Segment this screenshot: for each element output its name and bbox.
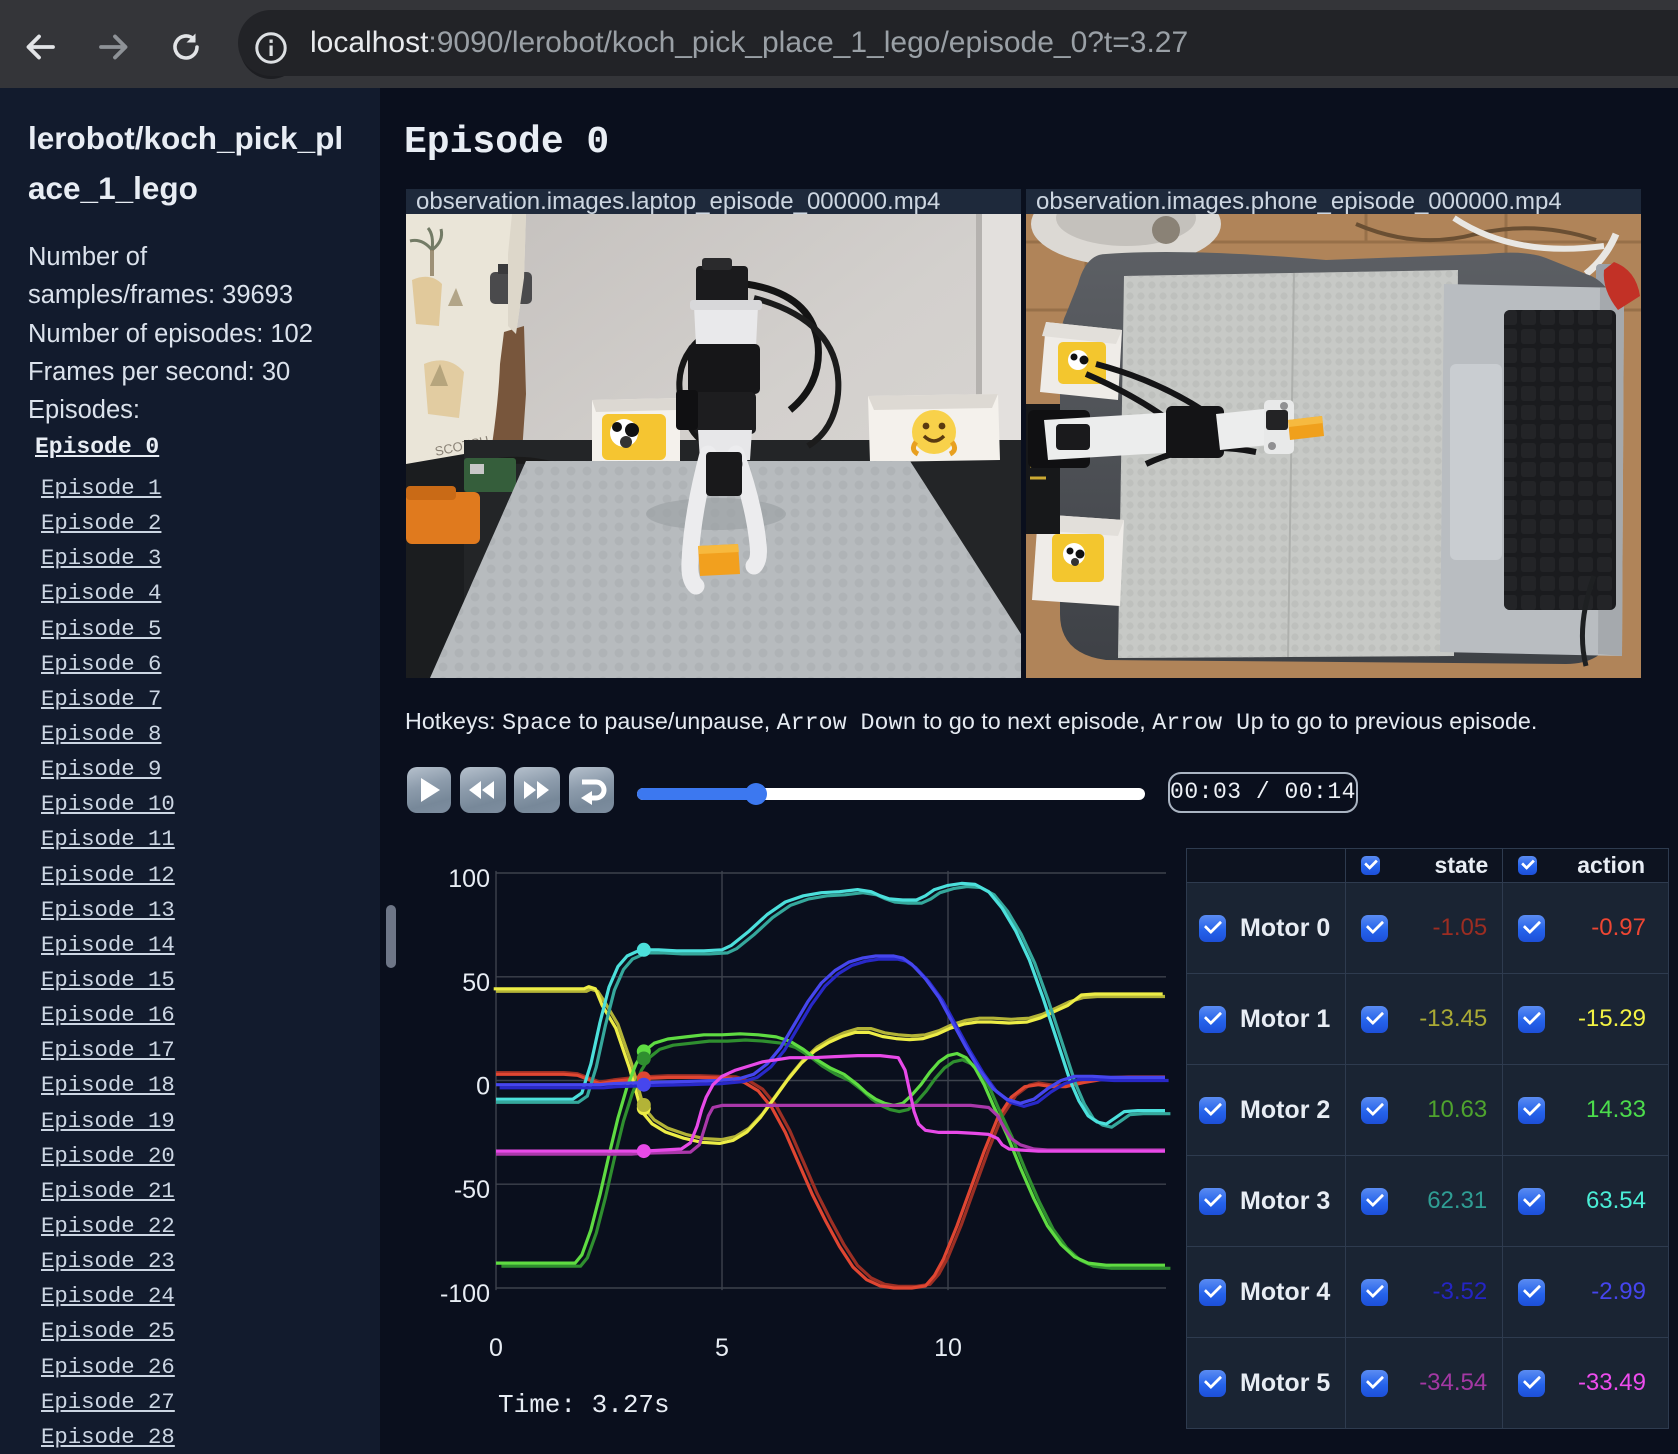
svg-text:-50: -50	[454, 1176, 490, 1204]
svg-text:Time: 3.27s: Time: 3.27s	[498, 1390, 670, 1420]
svg-text:0: 0	[489, 1334, 503, 1362]
svg-text:100: 100	[448, 865, 490, 893]
svg-text:10: 10	[934, 1334, 962, 1362]
svg-text:50: 50	[462, 969, 490, 997]
svg-text:-100: -100	[440, 1280, 490, 1308]
svg-text:5: 5	[715, 1334, 729, 1362]
svg-text:0: 0	[476, 1073, 490, 1101]
